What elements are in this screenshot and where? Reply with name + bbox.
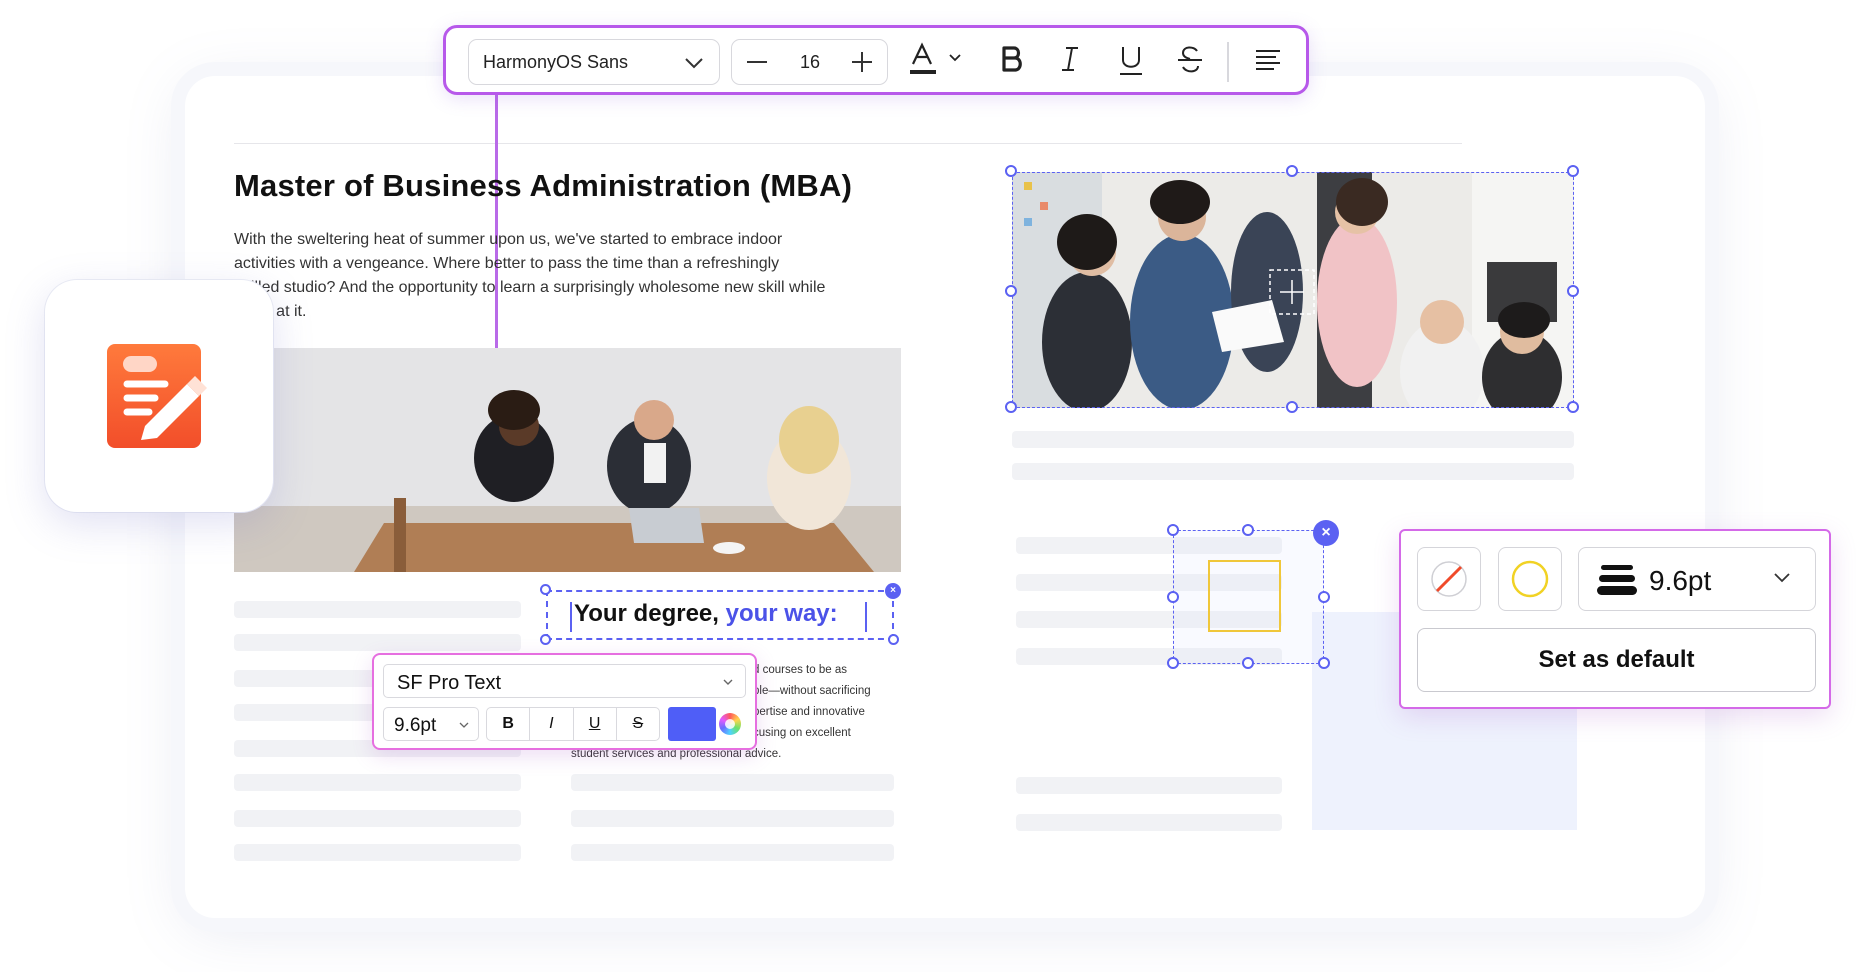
bold-icon[interactable]	[994, 42, 1030, 78]
font-size-stepper: 16	[731, 39, 888, 85]
resize-handle[interactable]	[1167, 657, 1179, 669]
resize-handle[interactable]	[888, 634, 899, 645]
placeholder-line	[234, 774, 521, 791]
resize-handle[interactable]	[1318, 657, 1330, 669]
meeting-photo	[234, 348, 901, 572]
image-selection-box[interactable]	[1012, 172, 1574, 408]
shape-style-popover: 9.6pt Set as default	[1399, 529, 1831, 709]
intro-line: With the sweltering heat of summer upon …	[234, 231, 783, 248]
italic-icon[interactable]	[1052, 42, 1088, 78]
font-size-label: 9.6pt	[394, 715, 437, 736]
resize-handle[interactable]	[1242, 524, 1254, 536]
chevron-down-icon	[1774, 573, 1790, 583]
close-icon[interactable]: ×	[885, 583, 901, 599]
resize-handle[interactable]	[1005, 401, 1017, 413]
plus-icon[interactable]	[849, 49, 875, 75]
heading-text: Your degree,	[574, 600, 726, 627]
text-cursor	[570, 602, 572, 632]
align-left-icon[interactable]	[1250, 42, 1286, 78]
section-heading[interactable]: Your degree, your way:	[574, 600, 838, 628]
font-family-label: SF Pro Text	[397, 672, 502, 694]
resize-handle[interactable]	[1286, 401, 1298, 413]
bold-button[interactable]: B	[487, 708, 531, 740]
fill-none-button[interactable]	[1417, 547, 1481, 611]
chevron-down-icon	[685, 58, 703, 69]
text-color-icon[interactable]	[906, 42, 964, 78]
placeholder-line	[234, 634, 521, 651]
color-wheel-icon[interactable]	[719, 713, 741, 735]
yellow-circle-icon	[1511, 560, 1549, 598]
placeholder-line	[1016, 814, 1282, 831]
resize-handle[interactable]	[1567, 165, 1579, 177]
rectangle-shape[interactable]	[1208, 560, 1281, 632]
stroke-width-label: 9.6pt	[1649, 565, 1712, 596]
placeholder-line	[1012, 431, 1574, 448]
minus-icon[interactable]	[744, 49, 770, 75]
divider	[234, 143, 1462, 144]
font-size-select[interactable]: 9.6pt	[383, 707, 479, 741]
underline-button[interactable]: U	[574, 708, 617, 740]
resize-handle[interactable]	[1167, 591, 1179, 603]
resize-handle[interactable]	[1318, 591, 1330, 603]
close-icon[interactable]: ×	[1313, 520, 1339, 546]
strikethrough-icon[interactable]	[1172, 42, 1208, 78]
resize-handle[interactable]	[1567, 285, 1579, 297]
text-toolbar: HarmonyOS Sans 16	[443, 25, 1309, 95]
placeholder-line	[234, 810, 521, 827]
italic-button[interactable]: I	[530, 708, 574, 740]
font-family-select[interactable]: HarmonyOS Sans	[468, 39, 720, 85]
intro-line: activities with a vengeance. Where bette…	[234, 255, 780, 272]
placeholder-line	[571, 774, 894, 791]
text-cursor-end	[865, 602, 867, 632]
resize-handle[interactable]	[1286, 165, 1298, 177]
toolbar-divider	[1227, 42, 1229, 82]
intro-line: we're at it.	[234, 303, 307, 320]
format-button-group: B I U S	[486, 707, 660, 741]
resize-handle[interactable]	[1242, 657, 1254, 669]
app-icon-tile	[45, 280, 273, 512]
strikethrough-button[interactable]: S	[617, 708, 659, 740]
font-size-value[interactable]: 16	[792, 52, 828, 73]
placeholder-line	[571, 844, 894, 861]
resize-handle[interactable]	[1005, 165, 1017, 177]
placeholder-line	[234, 844, 521, 861]
page-title: Master of Business Administration (MBA)	[234, 168, 853, 203]
intro-line: chilled studio? And the opportunity to l…	[234, 279, 826, 296]
resize-handle[interactable]	[540, 634, 551, 645]
underline-icon[interactable]	[1113, 42, 1149, 78]
line-weight-icon	[1597, 565, 1637, 595]
text-color-swatch[interactable]	[668, 707, 716, 741]
resize-handle[interactable]	[540, 584, 551, 595]
placeholder-line	[571, 810, 894, 827]
pdf-editor-app-icon	[107, 344, 207, 448]
set-as-default-button[interactable]: Set as default	[1417, 628, 1816, 692]
placeholder-line	[1016, 777, 1282, 794]
chevron-down-icon	[459, 722, 469, 728]
stroke-width-select[interactable]: 9.6pt	[1578, 547, 1816, 611]
resize-handle[interactable]	[1567, 401, 1579, 413]
placeholder-line	[234, 601, 521, 618]
placeholder-line	[1012, 463, 1574, 480]
heading-highlight-text: your way:	[725, 600, 838, 627]
font-family-label: HarmonyOS Sans	[483, 52, 629, 72]
text-format-popover: SF Pro Text 9.6pt B I U S	[372, 653, 757, 750]
chevron-down-icon	[723, 679, 733, 685]
font-family-select[interactable]: SF Pro Text	[383, 664, 746, 698]
stroke-color-button[interactable]	[1498, 547, 1562, 611]
no-fill-icon	[1431, 561, 1467, 597]
intro-paragraph: With the sweltering heat of summer upon …	[234, 228, 904, 324]
resize-handle[interactable]	[1005, 285, 1017, 297]
resize-handle[interactable]	[1167, 524, 1179, 536]
